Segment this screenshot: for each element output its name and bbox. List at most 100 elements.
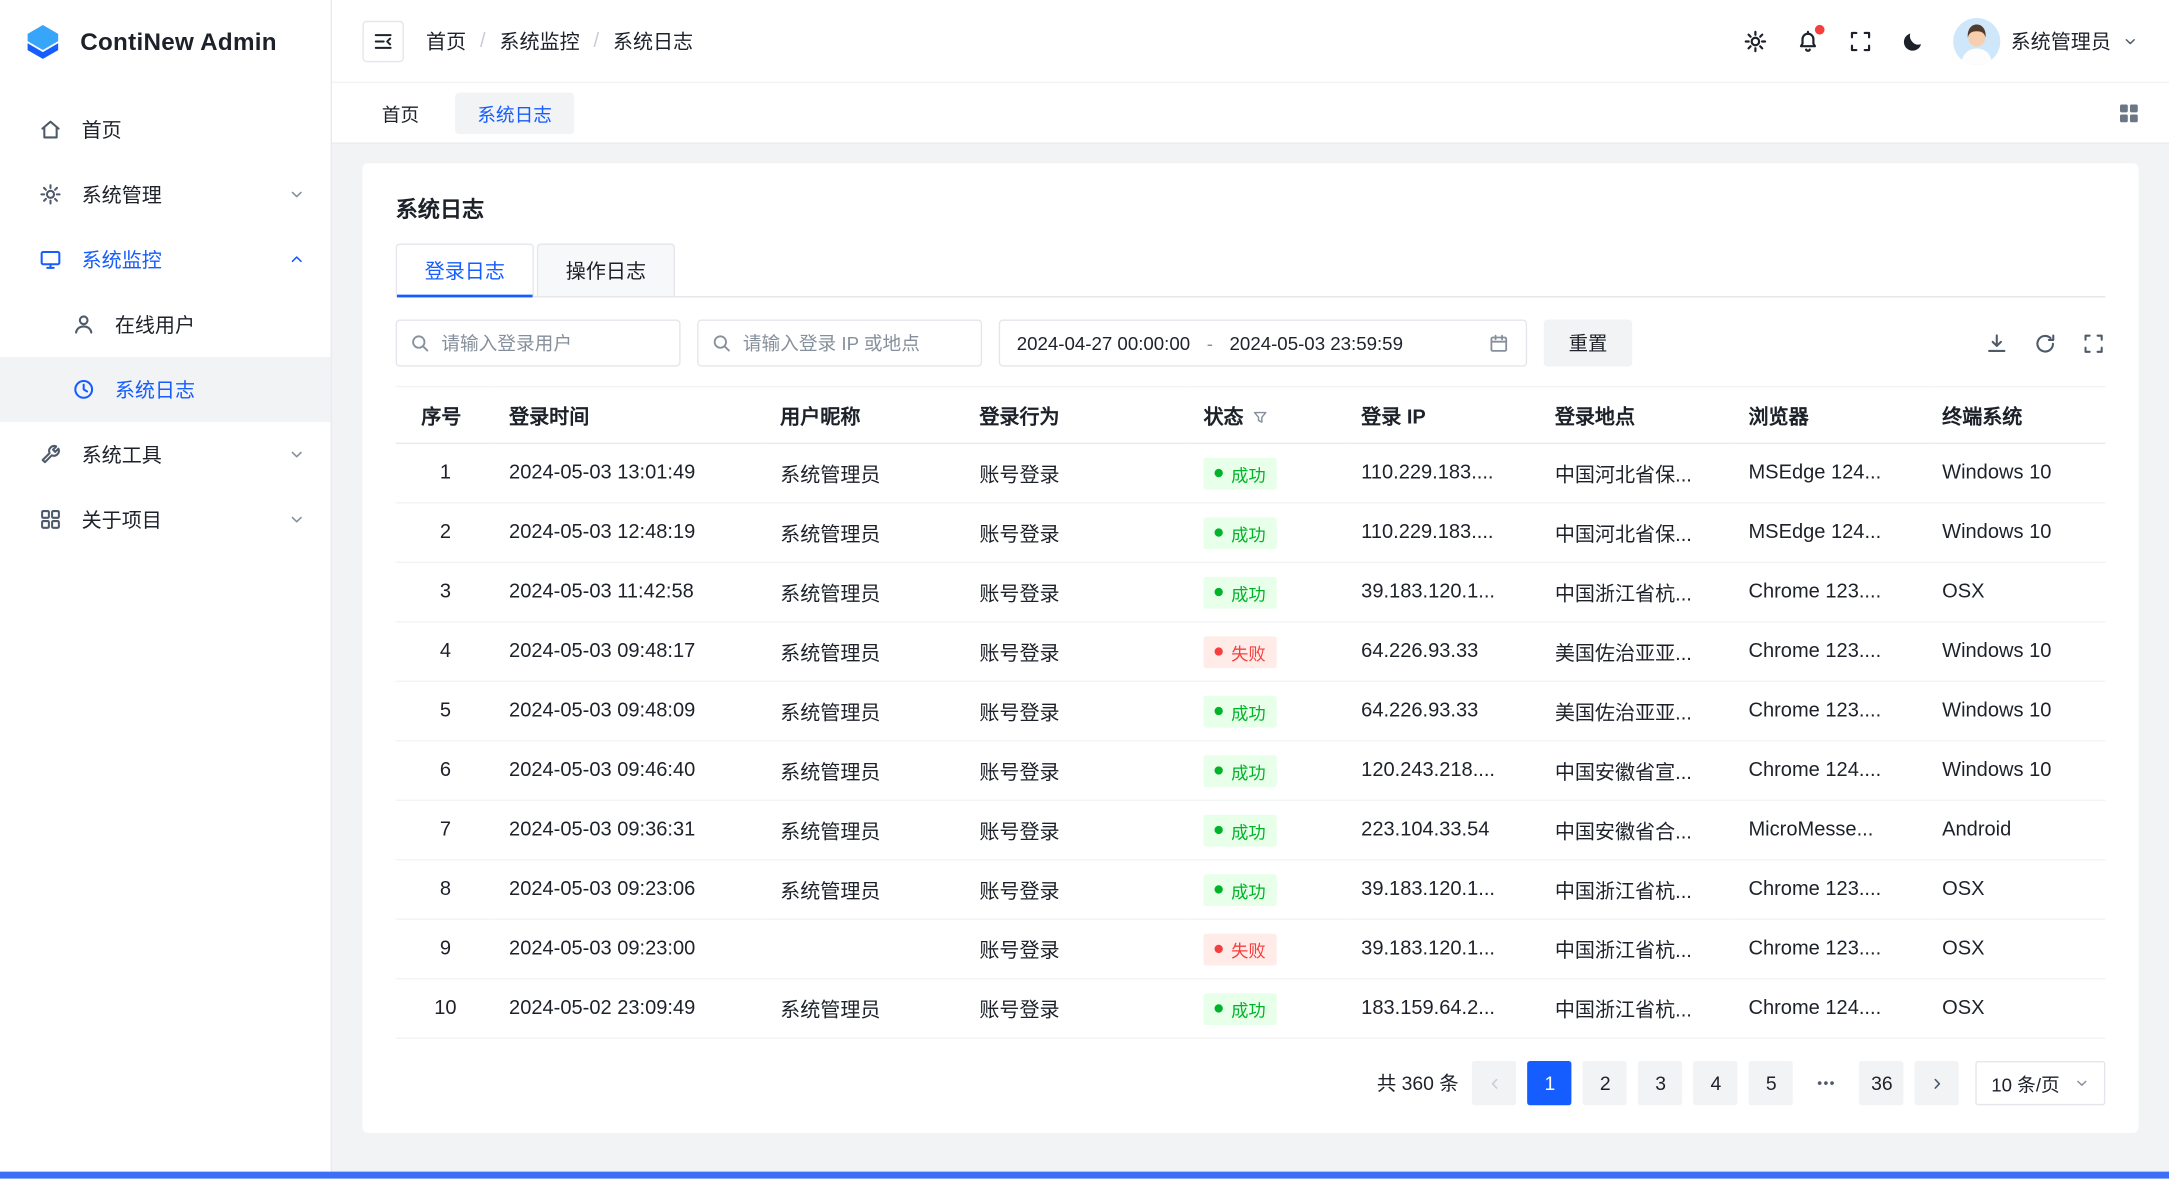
cell-behavior: 账号登录 [966,800,1190,859]
cell-nickname: 系统管理员 [766,622,965,681]
cell-index: 10 [396,979,496,1038]
page-title: 系统日志 [396,191,2106,224]
cell-login-time: 2024-05-03 09:48:09 [495,681,766,740]
avatar [1953,17,2000,64]
moon-icon [1900,28,1925,53]
sidebar-item-0[interactable]: 首页 [0,97,331,162]
status-dot [1215,647,1223,655]
chevron-right-icon [1928,1074,1946,1092]
filter-icon [1252,409,1269,426]
cell-browser: Chrome 124.... [1735,979,1929,1038]
cell-login-time: 2024-05-03 12:48:19 [495,503,766,562]
column-header: 终端系统 [1928,387,2105,444]
cell-login-time: 2024-05-03 09:46:40 [495,741,766,800]
table-fullscreen-button[interactable] [2082,331,2106,355]
reset-button[interactable]: 重置 [1544,320,1633,367]
open-tab-1[interactable]: 系统日志 [455,92,574,133]
cell-os: OSX [1928,979,2105,1038]
pagination-prev-button[interactable] [1472,1061,1516,1105]
cell-location: 美国佐治亚亚... [1541,622,1735,681]
page-button-4[interactable]: 4 [1694,1061,1738,1105]
sidebar-item-6[interactable]: 关于项目 [0,487,331,552]
cell-index: 8 [396,860,496,919]
log-type-tabs: 登录日志操作日志 [396,243,2106,297]
cell-nickname: 系统管理员 [766,741,965,800]
table-row: 102024-05-02 23:09:49系统管理员账号登录成功183.159.… [396,979,2106,1038]
sidebar-menu: 首页系统管理系统监控在线用户系统日志系统工具关于项目 [0,83,331,552]
page-button-1[interactable]: 1 [1528,1061,1572,1105]
cell-browser: Chrome 123.... [1735,622,1929,681]
sidebar-item-5[interactable]: 系统工具 [0,422,331,487]
cell-nickname: 系统管理员 [766,860,965,919]
tab-options-button[interactable] [2116,100,2141,125]
filter-row: 2024-04-27 00:00:00 - 2024-05-03 23:59:5… [396,320,2106,367]
download-icon [1985,331,2009,355]
ip-search [697,320,982,367]
page-button-2[interactable]: 2 [1583,1061,1627,1105]
download-button[interactable] [1985,331,2009,355]
status-badge: 成功 [1203,576,1276,608]
breadcrumb-item[interactable]: 首页 [426,26,466,55]
refresh-icon [2033,331,2057,355]
date-range-picker[interactable]: 2024-04-27 00:00:00 - 2024-05-03 23:59:5… [999,320,1527,367]
column-header: 浏览器 [1735,387,1929,444]
sidebar: ContiNew Admin 首页系统管理系统监控在线用户系统日志系统工具关于项… [0,0,332,1179]
log-tab-0[interactable]: 登录日志 [396,243,534,296]
cell-os: Android [1928,800,2105,859]
breadcrumb-item[interactable]: 系统监控 [499,26,579,55]
page-size-value: 10 条/页 [1991,1069,2060,1097]
page-button-3[interactable]: 3 [1638,1061,1682,1105]
cell-status: 成功 [1190,800,1348,859]
notifications-button[interactable] [1795,28,1820,53]
user-search-input[interactable] [396,320,681,367]
column-label: 登录 IP [1361,406,1426,428]
refresh-button[interactable] [2033,331,2057,355]
ip-search-input[interactable] [697,320,982,367]
cell-location: 中国浙江省杭... [1541,860,1735,919]
date-end: 2024-05-03 23:59:59 [1230,333,1403,354]
cell-os: OSX [1928,860,2105,919]
cell-status: 失败 [1190,919,1348,978]
cell-ip: 110.229.183.... [1347,503,1541,562]
cell-ip: 223.104.33.54 [1347,800,1541,859]
breadcrumb-item: 系统日志 [613,26,693,55]
log-tab-1[interactable]: 操作日志 [537,243,675,296]
page-button-5[interactable]: 5 [1749,1061,1793,1105]
cell-os: OSX [1928,919,2105,978]
cell-location: 中国安徽省合... [1541,800,1735,859]
sidebar-item-2[interactable]: 系统监控 [0,227,331,292]
open-tab-0[interactable]: 首页 [360,92,442,133]
cell-nickname: 系统管理员 [766,443,965,502]
pagination-next-button[interactable] [1915,1061,1959,1105]
bottom-accent-bar [0,1172,2169,1179]
cell-nickname: 系统管理员 [766,562,965,621]
date-start: 2024-04-27 00:00:00 [1017,333,1190,354]
sidebar-collapse-button[interactable] [362,20,403,61]
app-window: ContiNew Admin 首页系统管理系统监控在线用户系统日志系统工具关于项… [0,0,2169,1179]
cell-nickname: 系统管理员 [766,979,965,1038]
sidebar-item-label: 关于项目 [82,505,269,534]
cell-behavior: 账号登录 [966,622,1190,681]
app-logo-icon [19,18,66,65]
page-size-select[interactable]: 10 条/页 [1976,1061,2105,1105]
sidebar-item-3[interactable]: 在线用户 [0,292,331,357]
cell-ip: 120.243.218.... [1347,741,1541,800]
page-button-36[interactable]: 36 [1860,1061,1904,1105]
cell-index: 3 [396,562,496,621]
column-header[interactable]: 状态 [1190,387,1348,444]
sidebar-item-4[interactable]: 系统日志 [0,357,331,422]
app-logo[interactable]: ContiNew Admin [0,0,331,83]
table-row: 12024-05-03 13:01:49系统管理员账号登录成功110.229.1… [396,443,2106,502]
pagination-ellipsis[interactable]: ••• [1804,1061,1848,1105]
dark-mode-button[interactable] [1900,28,1925,53]
fullscreen-button[interactable] [1847,28,1872,53]
sidebar-item-label: 系统监控 [82,245,269,274]
status-badge: 成功 [1203,814,1276,846]
column-label: 状态 [1203,406,1243,428]
chevron-down-icon [288,445,306,463]
column-label: 登录地点 [1555,406,1635,428]
user-menu[interactable]: 系统管理员 [1953,17,2139,64]
sidebar-item-1[interactable]: 系统管理 [0,162,331,227]
settings-button[interactable] [1742,28,1767,53]
cell-nickname [766,919,965,978]
